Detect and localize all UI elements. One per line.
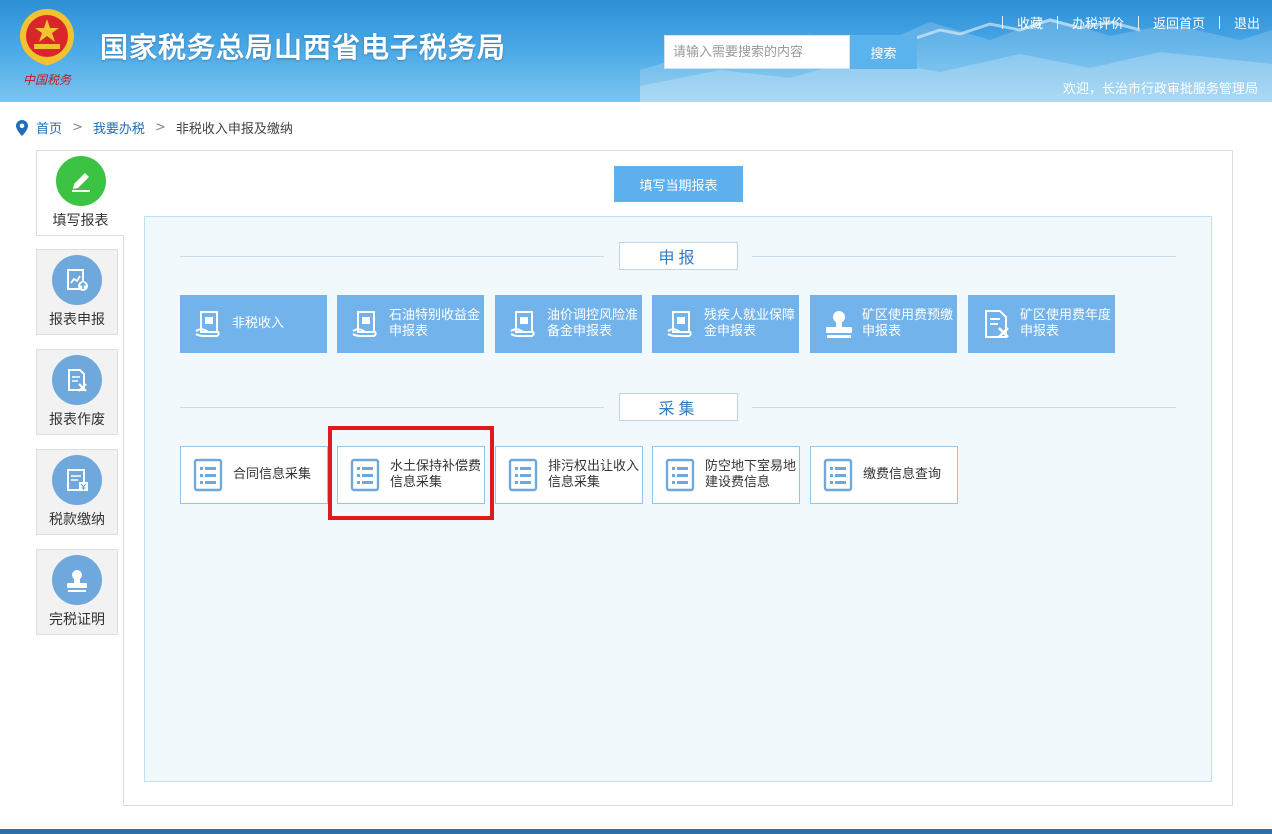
breadcrumb-separator: >: [72, 120, 83, 135]
coll-tile-label: 防空地下室易地建设费信息: [705, 459, 797, 490]
sidebar-item-fill-report[interactable]: 填写报表: [36, 150, 124, 236]
pencil-icon: [55, 156, 106, 206]
fill-current-report-button[interactable]: 填写当期报表: [614, 166, 743, 202]
report-upload-icon: [52, 255, 102, 305]
document-hand-icon: [352, 311, 377, 337]
list-document-icon: [193, 458, 223, 492]
location-pin-icon: [16, 119, 28, 136]
decl-tile-oil-price-risk-reserve[interactable]: 油价调控风险准备金申报表: [495, 295, 642, 353]
tax-payment-icon: [52, 455, 102, 505]
decl-tile-label: 石油特别收益金申报表: [389, 308, 481, 339]
welcome-text: 欢迎，长治市行政审批服务管理局: [1062, 82, 1258, 97]
sidebar-item-tax-certificate[interactable]: 完税证明: [36, 549, 118, 635]
breadcrumb-section[interactable]: 我要办税: [93, 118, 145, 137]
decl-tile-mining-fee-annual[interactable]: 矿区使用费年度申报表: [968, 295, 1115, 353]
collection-section-title: 采集: [619, 393, 738, 421]
sidebar-item-tax-payment[interactable]: 税款缴纳: [36, 449, 118, 535]
divider: [1001, 16, 1003, 29]
decl-tile-oil-special-income[interactable]: 石油特别收益金申报表: [337, 295, 484, 353]
section-divider: [180, 256, 604, 257]
coll-tile-air-defense-basement[interactable]: 防空地下室易地建设费信息: [652, 446, 800, 504]
list-document-icon: [823, 458, 853, 492]
decl-tile-label: 矿区使用费预缴申报表: [862, 308, 954, 339]
sidebar-item-label: 税款缴纳: [49, 512, 105, 528]
divider: [1137, 16, 1139, 29]
coll-tile-emission-rights-income[interactable]: 排污权出让收入信息采集: [495, 446, 643, 504]
site-title: 国家税务总局山西省电子税务局: [100, 31, 507, 64]
sidebar-item-label: 完税证明: [49, 612, 105, 628]
sidebar-item-label: 填写报表: [52, 213, 109, 229]
coll-tile-label: 排污权出让收入信息采集: [548, 459, 640, 490]
coll-tile-contract-info[interactable]: 合同信息采集: [180, 446, 328, 504]
decl-tile-label: 残疾人就业保障金申报表: [704, 308, 796, 339]
sidebar-item-report-cancel[interactable]: 报表作废: [36, 349, 118, 435]
svg-text:中国税务: 中国税务: [23, 73, 72, 87]
top-links: 收藏 办税评价 返回首页 退出: [1001, 13, 1260, 32]
decl-tile-disabled-employment-fund[interactable]: 残疾人就业保障金申报表: [652, 295, 799, 353]
favorite-link[interactable]: 收藏: [1017, 13, 1043, 32]
document-hand-icon: [667, 311, 692, 337]
breadcrumb: 首页 > 我要办税 > 非税收入申报及缴纳: [16, 118, 293, 137]
return-home-link[interactable]: 返回首页: [1153, 13, 1205, 32]
divider: [1056, 16, 1058, 29]
list-document-icon: [665, 458, 695, 492]
divider: [1218, 16, 1220, 29]
breadcrumb-current: 非税收入申报及缴纳: [175, 122, 293, 137]
sidebar-item-report-submit[interactable]: 报表申报: [36, 249, 118, 335]
breadcrumb-separator: >: [154, 120, 166, 135]
section-divider: [752, 256, 1176, 257]
stamp-icon: [52, 555, 102, 605]
decl-tile-mining-fee-prepay[interactable]: 矿区使用费预缴申报表: [810, 295, 957, 353]
search-button[interactable]: 搜索: [850, 35, 917, 69]
decl-tile-nontax-income[interactable]: 非税收入: [180, 295, 327, 353]
stamp-icon: [826, 311, 852, 338]
search-input[interactable]: [664, 35, 850, 69]
section-divider: [752, 407, 1176, 408]
document-cancel-icon: [985, 310, 1009, 338]
coll-tile-payment-query[interactable]: 缴费信息查询: [810, 446, 958, 504]
section-divider: [180, 407, 604, 408]
coll-tile-label: 合同信息采集: [233, 467, 312, 482]
decl-tile-label: 矿区使用费年度申报表: [1020, 308, 1112, 339]
decl-tile-label: 非税收入: [232, 316, 285, 331]
document-hand-icon: [195, 311, 220, 337]
list-document-icon: [350, 458, 380, 492]
report-cancel-icon: [52, 355, 102, 405]
list-document-icon: [508, 458, 538, 492]
coll-tile-label: 缴费信息查询: [863, 467, 942, 482]
coll-tile-soil-water-conservation[interactable]: 水土保持补偿费信息采集: [337, 446, 485, 504]
decl-tile-label: 油价调控风险准备金申报表: [547, 308, 639, 339]
sidebar-item-label: 报表申报: [49, 312, 105, 328]
declaration-section-title: 申报: [619, 242, 738, 270]
site-header: 中国税务 国家税务总局山西省电子税务局 搜索 收藏 办税评价 返回首页 退出 欢…: [0, 0, 1272, 102]
coll-tile-label: 水土保持补偿费信息采集: [390, 459, 482, 490]
tax-emblem-logo: 中国税务: [20, 9, 74, 87]
breadcrumb-home[interactable]: 首页: [36, 118, 62, 137]
bottom-bar: [0, 829, 1272, 834]
tax-evaluation-link[interactable]: 办税评价: [1072, 13, 1124, 32]
sidebar-item-label: 报表作废: [49, 412, 105, 428]
logout-link[interactable]: 退出: [1234, 13, 1260, 32]
document-hand-icon: [510, 311, 535, 337]
